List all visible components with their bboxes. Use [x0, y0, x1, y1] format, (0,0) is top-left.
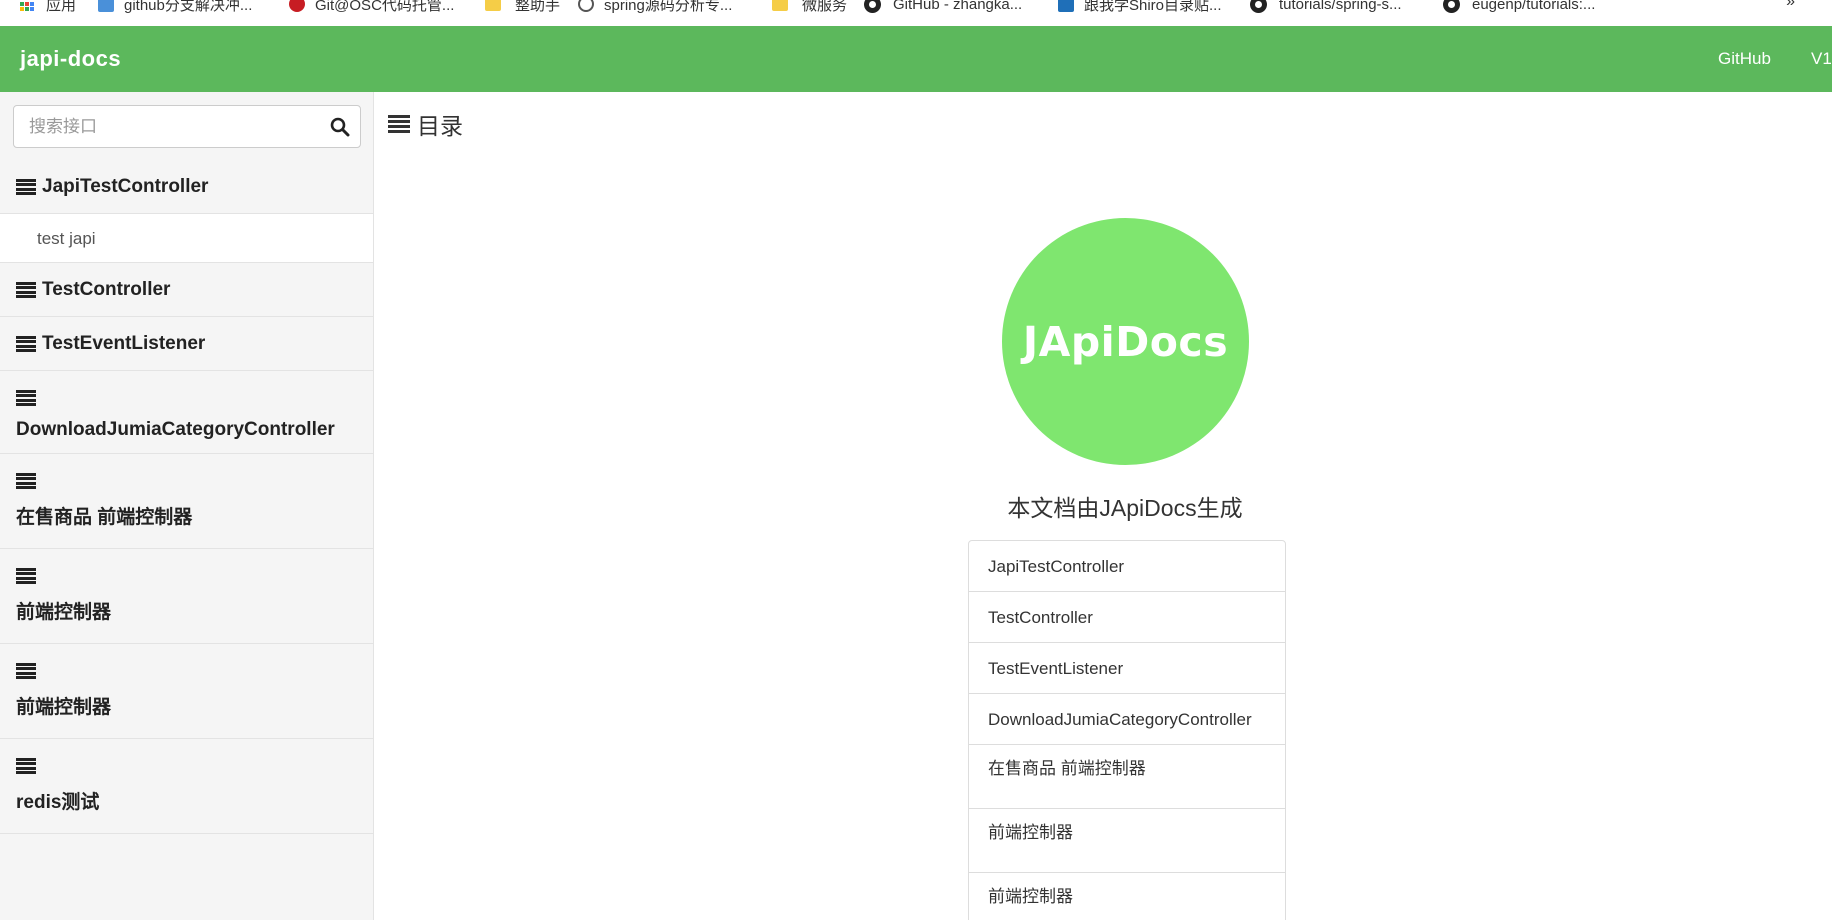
japidocs-logo: JApiDocs	[1002, 218, 1249, 465]
sidebar-item-japitestcontroller[interactable]: JapiTestController	[0, 160, 373, 213]
page-title: 目录	[388, 107, 463, 141]
gitee-icon	[289, 0, 305, 12]
bookmark-github-zhangka[interactable]: GitHub - zhangka...	[864, 0, 1022, 17]
folder-icon	[485, 0, 501, 11]
bookmark-spring-source[interactable]: spring源码分析专...	[578, 0, 732, 17]
bookmark-label: GitHub - zhangka...	[893, 0, 1023, 13]
sidebar-item-label: 前端控制器	[16, 697, 112, 718]
toc-item-frontend-controller-2[interactable]: 前端控制器	[969, 873, 1285, 920]
sidebar-group-downloadjumia: DownloadJumiaCategoryController	[0, 371, 373, 454]
list-icon	[16, 567, 36, 584]
bookmark-tutorials-spring[interactable]: tutorials/spring-s...	[1250, 0, 1402, 17]
list-icon	[16, 178, 36, 195]
sidebar-item-testcontroller[interactable]: TestController	[0, 263, 373, 316]
sidebar-item-label: redis测试	[16, 792, 100, 813]
sidebar-item-redis-test[interactable]: redis测试	[0, 739, 373, 833]
github-link[interactable]: GitHub	[1718, 26, 1771, 92]
sidebar-group-onsale-frontend: 在售商品 前端控制器	[0, 454, 373, 549]
sidebar-item-label: TestController	[42, 278, 171, 300]
toc-item-japitestcontroller[interactable]: JapiTestController	[969, 541, 1285, 592]
bookmark-folder-microservice[interactable]: 微服务	[772, 0, 847, 17]
sidebar-group-japitestcontroller: JapiTestController test japi	[0, 160, 373, 263]
sidebar: JapiTestController test japi TestControl…	[0, 92, 374, 920]
bookmark-label: github分支解决冲...	[124, 0, 253, 14]
toc-item-testcontroller[interactable]: TestController	[969, 592, 1285, 643]
sidebar-item-label: JapiTestController	[42, 175, 209, 197]
sidebar-item-label: 在售商品 前端控制器	[16, 507, 193, 528]
bookmark-eugenp[interactable]: eugenp/tutorials:...	[1443, 0, 1595, 17]
list-icon	[16, 281, 36, 298]
list-icon	[388, 115, 410, 133]
sidebar-item-label: TestEventListener	[42, 332, 206, 354]
toc-item-onsale-frontend-controller[interactable]: 在售商品 前端控制器	[969, 745, 1285, 809]
sidebar-item-downloadjumiacategorycontroller[interactable]: DownloadJumiaCategoryController	[0, 371, 373, 453]
bookmark-shiro[interactable]: 跟我学Shiro目录贴...	[1058, 0, 1222, 17]
bookmark-label: eugenp/tutorials:...	[1472, 0, 1596, 13]
toc-item-frontend-controller-1[interactable]: 前端控制器	[969, 809, 1285, 873]
logo-text: JApiDocs	[1022, 317, 1229, 366]
search-icon[interactable]	[330, 117, 350, 137]
bookmark-label: spring源码分析专...	[604, 0, 733, 14]
list-icon	[16, 662, 36, 679]
version-link[interactable]: V1	[1811, 26, 1832, 92]
bookmark-folder-helper[interactable]: 整助手	[485, 0, 560, 17]
top-navbar: japi-docs GitHub V1	[0, 26, 1832, 92]
list-icon	[16, 757, 36, 774]
sidebar-item-label: DownloadJumiaCategoryController	[16, 419, 335, 440]
page-title-text: 目录	[417, 113, 463, 139]
toc-list: JapiTestController TestController TestEv…	[968, 540, 1286, 920]
bookmark-label: 应用	[46, 0, 77, 14]
bookmark-apps[interactable]: 应用	[20, 0, 76, 17]
toc-item-testeventlistener[interactable]: TestEventListener	[969, 643, 1285, 694]
sidebar-item-label: 前端控制器	[16, 602, 112, 623]
search-box	[13, 105, 361, 148]
more-bookmarks-button[interactable]: »	[1786, 0, 1795, 11]
main-content: 目录 JApiDocs 本文档由JApiDocs生成 JapiTestContr…	[375, 92, 1832, 920]
csdn-icon	[578, 0, 594, 12]
sidebar-group-testcontroller: TestController	[0, 263, 373, 317]
sidebar-group-frontend-2: 前端控制器	[0, 644, 373, 739]
sidebar-group-redis-test: redis测试	[0, 739, 373, 834]
iteye-icon	[1058, 0, 1074, 12]
list-icon	[16, 389, 36, 406]
list-icon	[16, 335, 36, 352]
sidebar-item-testeventlistener[interactable]: TestEventListener	[0, 317, 373, 370]
bookmark-github-branch[interactable]: github分支解决冲...	[98, 0, 252, 17]
generated-by-caption: 本文档由JApiDocs生成	[1007, 495, 1243, 521]
toc-item-downloadjumiacategorycontroller[interactable]: DownloadJumiaCategoryController	[969, 694, 1285, 745]
bookmarks-bar: 应用 github分支解决冲... Git@OSC代码托管... 整助手 spr…	[0, 0, 1832, 26]
bookmark-label: 微服务	[802, 0, 848, 14]
folder-icon	[772, 0, 788, 11]
github-icon	[1443, 0, 1460, 13]
list-icon	[16, 472, 36, 489]
sidebar-subitem-test-japi[interactable]: test japi	[0, 213, 373, 262]
sidebar-item-frontend-controller-1[interactable]: 前端控制器	[0, 549, 373, 643]
sidebar-item-frontend-controller-2[interactable]: 前端控制器	[0, 644, 373, 738]
bookmark-gitosc[interactable]: Git@OSC代码托管...	[289, 0, 454, 17]
bookmark-label: 跟我学Shiro目录贴...	[1084, 0, 1222, 14]
sidebar-item-onsale-frontend-controller[interactable]: 在售商品 前端控制器	[0, 454, 373, 548]
bookmark-label: Git@OSC代码托管...	[315, 0, 455, 14]
apps-grid-icon	[20, 0, 36, 12]
controller-list: JapiTestController test japi TestControl…	[0, 160, 373, 834]
brand-link[interactable]: japi-docs	[20, 26, 121, 92]
bookmark-label: 整助手	[515, 0, 561, 14]
sidebar-group-frontend-1: 前端控制器	[0, 549, 373, 644]
github-icon	[864, 0, 881, 13]
translate-icon	[98, 0, 114, 12]
sidebar-group-testeventlistener: TestEventListener	[0, 317, 373, 371]
github-icon	[1250, 0, 1267, 13]
search-input[interactable]	[14, 106, 314, 147]
bookmark-label: tutorials/spring-s...	[1279, 0, 1402, 13]
